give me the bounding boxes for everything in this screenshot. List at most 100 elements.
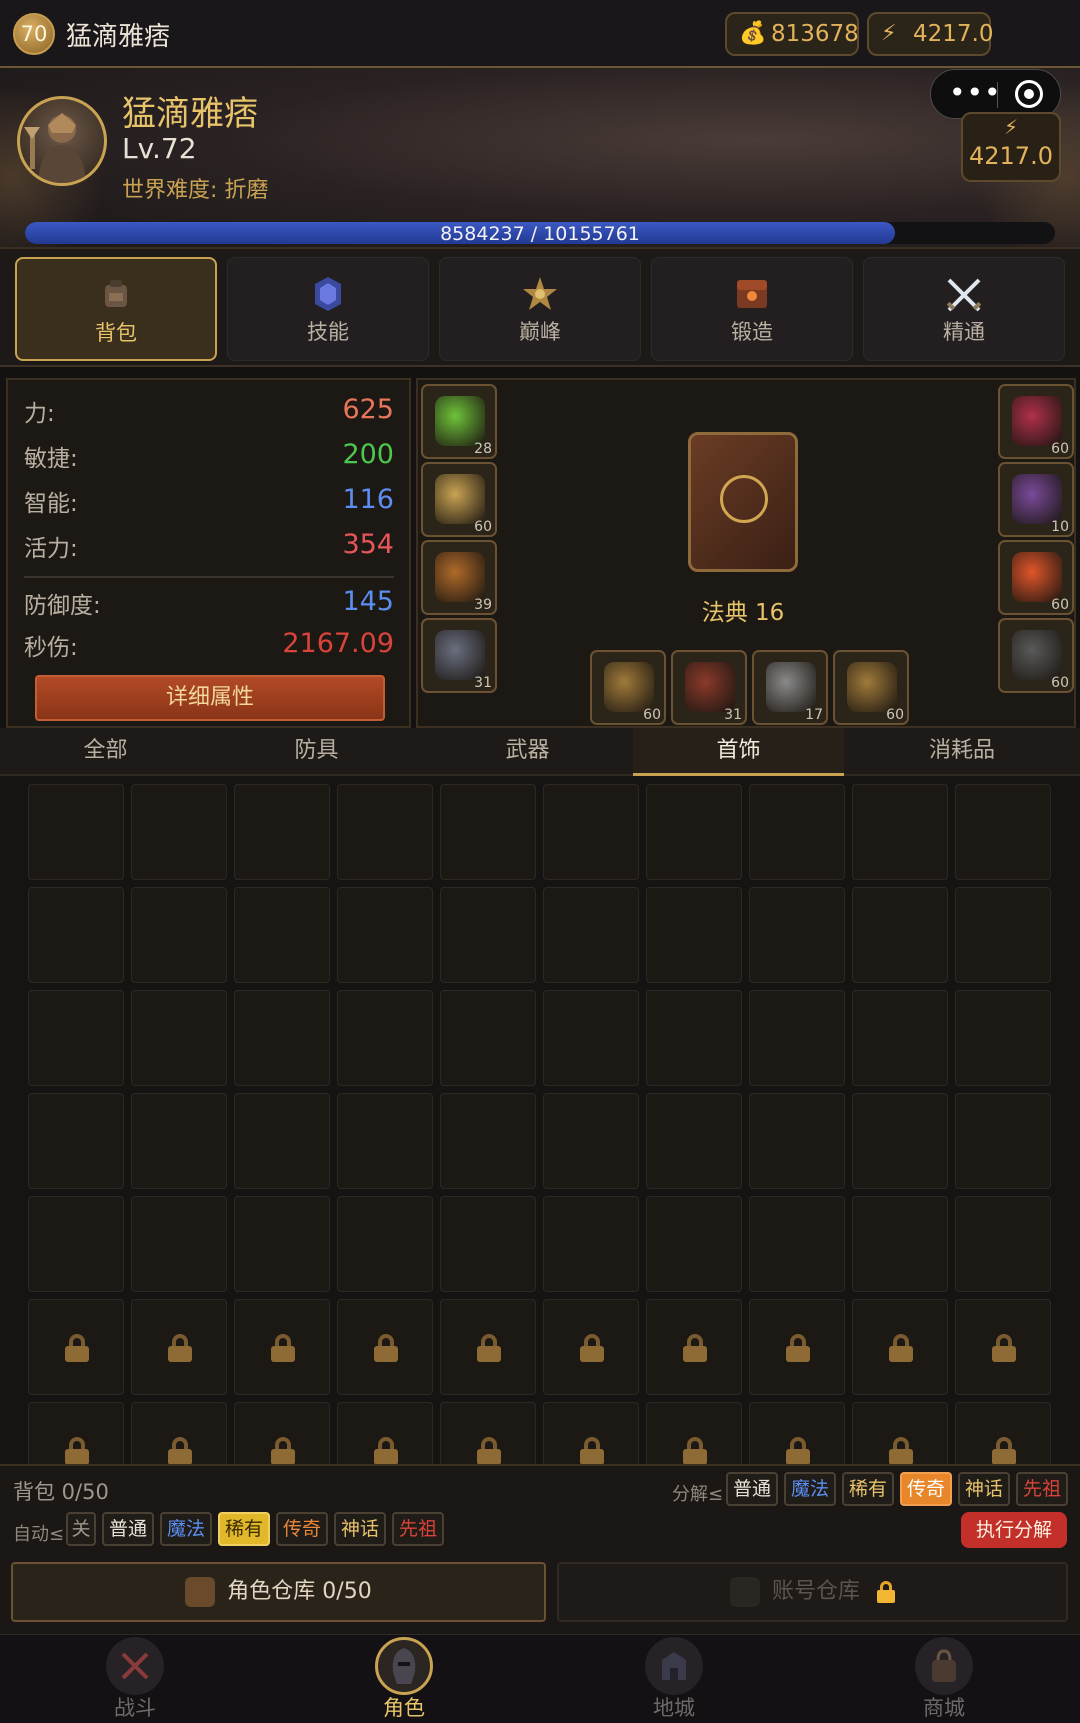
inventory-slot-locked[interactable] [852,1299,948,1395]
inventory-slot[interactable] [131,784,227,880]
weapon-slot-3[interactable]: 17 [752,650,828,725]
inventory-slot-locked[interactable] [28,1299,124,1395]
inventory-slot-locked[interactable] [28,1402,124,1464]
salvage-chip-0[interactable]: 普通 [726,1472,778,1506]
inventory-slot[interactable] [234,784,330,880]
inventory-slot[interactable] [440,1196,536,1292]
category-tab-consumable[interactable]: 消耗品 [844,728,1080,776]
inventory-slot-locked[interactable] [440,1299,536,1395]
inventory-slot[interactable] [234,1093,330,1189]
auto-chip-4[interactable]: 传奇 [276,1512,328,1546]
inventory-slot[interactable] [852,887,948,983]
inventory-slot[interactable] [131,887,227,983]
inventory-slot[interactable] [646,887,742,983]
inventory-slot[interactable] [337,887,433,983]
inventory-slot[interactable] [440,887,536,983]
inventory-slot[interactable] [749,990,845,1086]
boots-slot[interactable]: 60 [998,618,1074,693]
inventory-slot[interactable] [337,1196,433,1292]
inventory-slot[interactable] [749,887,845,983]
inventory-slot-locked[interactable] [440,1402,536,1464]
auto-chip-1[interactable]: 普通 [102,1512,154,1546]
inventory-slot[interactable] [852,990,948,1086]
inventory-slot[interactable] [646,1196,742,1292]
inventory-slot[interactable] [234,990,330,1086]
codex-book[interactable] [688,432,798,572]
inventory-slot[interactable] [543,990,639,1086]
category-tab-weapon[interactable]: 武器 [422,728,633,776]
inventory-slot[interactable] [955,887,1051,983]
chest-slot[interactable]: 60 [421,462,497,537]
inventory-slot[interactable] [955,1196,1051,1292]
tab-forge[interactable]: 锻造 [651,257,853,361]
inventory-slot-locked[interactable] [131,1402,227,1464]
pants-slot[interactable]: 31 [421,618,497,693]
gold-counter[interactable]: 💰 813678 [725,12,859,56]
inventory-slot[interactable] [955,990,1051,1086]
inventory-slot[interactable] [749,1093,845,1189]
inventory-slot-locked[interactable] [749,1402,845,1464]
category-tab-jewelry[interactable]: 首饰 [633,728,844,776]
inventory-slot[interactable] [749,1196,845,1292]
inventory-slot[interactable] [28,990,124,1086]
inventory-slot[interactable] [852,1196,948,1292]
helmet-slot[interactable]: 28 [421,384,497,459]
inventory-slot[interactable] [234,887,330,983]
inventory-slot[interactable] [852,1093,948,1189]
nav-battle[interactable]: 战斗 [55,1635,215,1723]
inventory-slot[interactable] [337,990,433,1086]
inventory-slot-locked[interactable] [543,1299,639,1395]
salvage-chip-1[interactable]: 魔法 [784,1472,836,1506]
gloves-slot[interactable]: 39 [421,540,497,615]
more-icon[interactable]: ••• [949,78,1002,108]
auto-chip-5[interactable]: 神话 [334,1512,386,1546]
auto-chip-3[interactable]: 稀有 [218,1512,270,1546]
tab-mastery[interactable]: 精通 [863,257,1065,361]
execute-salvage-button[interactable]: 执行分解 [961,1512,1067,1548]
energy-counter[interactable]: ⚡ 4217.0 [867,12,993,56]
nav-dungeon[interactable]: 地城 [594,1635,754,1723]
inventory-slot-locked[interactable] [234,1299,330,1395]
category-tab-all[interactable]: 全部 [0,728,211,776]
role-warehouse-button[interactable]: 角色仓库 0/50 [11,1562,546,1622]
tab-backpack[interactable]: 背包 [15,257,217,361]
weapon-slot-1[interactable]: 60 [590,650,666,725]
salvage-chip-5[interactable]: 先祖 [1016,1472,1068,1506]
inventory-slot[interactable] [749,784,845,880]
category-tab-armor[interactable]: 防具 [211,728,422,776]
inventory-slot[interactable] [28,1093,124,1189]
salvage-chip-2[interactable]: 稀有 [842,1472,894,1506]
inventory-slot-locked[interactable] [646,1402,742,1464]
nav-shop[interactable]: 商城 [864,1635,1024,1723]
inventory-slot[interactable] [440,990,536,1086]
inventory-slot-locked[interactable] [337,1299,433,1395]
amulet-slot[interactable]: 60 [998,384,1074,459]
inventory-slot[interactable] [337,784,433,880]
inventory-slot-locked[interactable] [955,1402,1051,1464]
inventory-slot[interactable] [646,990,742,1086]
inventory-slot[interactable] [131,1196,227,1292]
inventory-slot[interactable] [440,784,536,880]
inventory-slot-locked[interactable] [955,1299,1051,1395]
inventory-slot[interactable] [337,1093,433,1189]
inventory-slot[interactable] [543,1196,639,1292]
inventory-slot[interactable] [955,1093,1051,1189]
inventory-slot-locked[interactable] [646,1299,742,1395]
tab-skills[interactable]: 技能 [227,257,429,361]
auto-chip-6[interactable]: 先祖 [392,1512,444,1546]
detail-stats-button[interactable]: 详细属性 [35,675,385,721]
salvage-chip-4[interactable]: 神话 [958,1472,1010,1506]
inventory-slot[interactable] [646,1093,742,1189]
auto-chip-0[interactable]: 关 [66,1512,96,1546]
inventory-slot[interactable] [955,784,1051,880]
close-target-icon[interactable] [1015,80,1043,108]
nav-character[interactable]: 角色 [324,1635,484,1723]
inventory-slot[interactable] [440,1093,536,1189]
ring-slot-2[interactable]: 60 [998,540,1074,615]
inventory-slot-locked[interactable] [749,1299,845,1395]
inventory-slot[interactable] [543,784,639,880]
avatar[interactable] [17,96,107,186]
inventory-slot[interactable] [543,887,639,983]
tab-paragon[interactable]: 巅峰 [439,257,641,361]
inventory-slot[interactable] [543,1093,639,1189]
